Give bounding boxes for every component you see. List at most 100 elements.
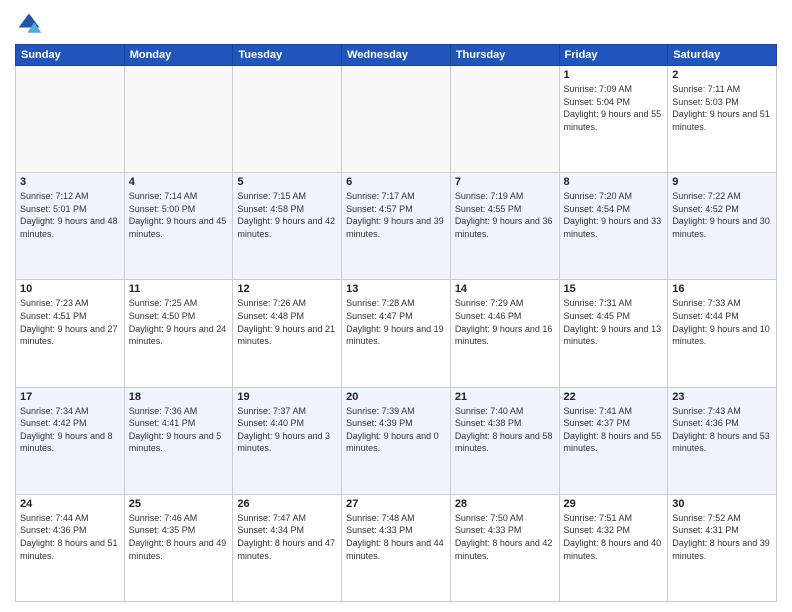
day-info: Sunrise: 7:15 AM Sunset: 4:58 PM Dayligh…: [237, 190, 337, 240]
calendar-cell: 28 Sunrise: 7:50 AM Sunset: 4:33 PM Dayli…: [450, 494, 559, 601]
calendar-cell: 27 Sunrise: 7:48 AM Sunset: 4:33 PM Dayli…: [342, 494, 451, 601]
day-number: 7: [455, 176, 555, 188]
calendar-header: SundayMondayTuesdayWednesdayThursdayFrid…: [16, 45, 777, 66]
day-info: Sunrise: 7:36 AM Sunset: 4:41 PM Dayligh…: [129, 405, 229, 455]
calendar-cell: 21Sunrise: 7:40 AM Sunset: 4:38 PM Dayli…: [450, 387, 559, 494]
day-info: Sunrise: 7:12 AM Sunset: 5:01 PM Dayligh…: [20, 190, 120, 240]
calendar-cell: 14 Sunrise: 7:29 AM Sunset: 4:46 PM Dayli…: [450, 280, 559, 387]
day-info: Sunrise: 7:31 AM Sunset: 4:45 PM Dayligh…: [564, 297, 664, 347]
day-number: 10: [20, 283, 120, 295]
day-info: Sunrise: 7:28 AM Sunset: 4:47 PM Dayligh…: [346, 297, 446, 347]
calendar-cell: 25 Sunrise: 7:46 AM Sunset: 4:35 PM Dayli…: [124, 494, 233, 601]
day-number: 25: [129, 498, 229, 510]
day-info: Sunrise: 7:26 AM Sunset: 4:48 PM Dayligh…: [237, 297, 337, 347]
weekday-header: Thursday: [450, 45, 559, 66]
calendar-cell: 3 Sunrise: 7:12 AM Sunset: 5:01 PM Daylig…: [16, 173, 125, 280]
day-number: 5: [237, 176, 337, 188]
day-info: Sunrise: 7:44 AM Sunset: 4:36 PM Dayligh…: [20, 512, 120, 562]
calendar-cell: 12 Sunrise: 7:26 AM Sunset: 4:48 PM Dayli…: [233, 280, 342, 387]
day-number: 1: [564, 69, 664, 81]
calendar-cell: 18 Sunrise: 7:36 AM Sunset: 4:41 PM Dayli…: [124, 387, 233, 494]
calendar-cell: 30 Sunrise: 7:52 AM Sunset: 4:31 PM Dayli…: [668, 494, 777, 601]
calendar-cell: 26 Sunrise: 7:47 AM Sunset: 4:34 PM Dayli…: [233, 494, 342, 601]
day-info: Sunrise: 7:39 AM Sunset: 4:39 PM Dayligh…: [346, 405, 446, 455]
day-info: Sunrise: 7:48 AM Sunset: 4:33 PM Dayligh…: [346, 512, 446, 562]
calendar-cell: 6 Sunrise: 7:17 AM Sunset: 4:57 PM Daylig…: [342, 173, 451, 280]
day-number: 14: [455, 283, 555, 295]
calendar-cell: 5 Sunrise: 7:15 AM Sunset: 4:58 PM Daylig…: [233, 173, 342, 280]
day-number: 12: [237, 283, 337, 295]
day-info: Sunrise: 7:22 AM Sunset: 4:52 PM Dayligh…: [672, 190, 772, 240]
day-info: Sunrise: 7:41 AM Sunset: 4:37 PM Dayligh…: [564, 405, 664, 455]
day-number: 13: [346, 283, 446, 295]
weekday-header: Saturday: [668, 45, 777, 66]
calendar-cell: 19 Sunrise: 7:37 AM Sunset: 4:40 PM Dayli…: [233, 387, 342, 494]
day-info: Sunrise: 7:52 AM Sunset: 4:31 PM Dayligh…: [672, 512, 772, 562]
day-number: 11: [129, 283, 229, 295]
day-info: Sunrise: 7:23 AM Sunset: 4:51 PM Dayligh…: [20, 297, 120, 347]
day-info: Sunrise: 7:46 AM Sunset: 4:35 PM Dayligh…: [129, 512, 229, 562]
calendar-week-row: 24 Sunrise: 7:44 AM Sunset: 4:36 PM Dayli…: [16, 494, 777, 601]
day-info: Sunrise: 7:47 AM Sunset: 4:34 PM Dayligh…: [237, 512, 337, 562]
weekday-header: Sunday: [16, 45, 125, 66]
calendar-cell: 9 Sunrise: 7:22 AM Sunset: 4:52 PM Daylig…: [668, 173, 777, 280]
calendar-cell: 2 Sunrise: 7:11 AM Sunset: 5:03 PM Daylig…: [668, 66, 777, 173]
calendar-cell: [124, 66, 233, 173]
calendar-cell: 4 Sunrise: 7:14 AM Sunset: 5:00 PM Daylig…: [124, 173, 233, 280]
day-info: Sunrise: 7:50 AM Sunset: 4:33 PM Dayligh…: [455, 512, 555, 562]
calendar-cell: 16 Sunrise: 7:33 AM Sunset: 4:44 PM Dayli…: [668, 280, 777, 387]
day-number: 24: [20, 498, 120, 510]
calendar-cell: 17Sunrise: 7:34 AM Sunset: 4:42 PM Dayli…: [16, 387, 125, 494]
day-number: 29: [564, 498, 664, 510]
page: SundayMondayTuesdayWednesdayThursdayFrid…: [0, 0, 792, 612]
day-number: 28: [455, 498, 555, 510]
calendar-cell: 22Sunrise: 7:41 AM Sunset: 4:37 PM Dayli…: [559, 387, 668, 494]
day-info: Sunrise: 7:51 AM Sunset: 4:32 PM Dayligh…: [564, 512, 664, 562]
day-number: 2: [672, 69, 772, 81]
day-info: Sunrise: 7:20 AM Sunset: 4:54 PM Dayligh…: [564, 190, 664, 240]
day-number: 16: [672, 283, 772, 295]
calendar-week-row: 17Sunrise: 7:34 AM Sunset: 4:42 PM Dayli…: [16, 387, 777, 494]
day-info: Sunrise: 7:33 AM Sunset: 4:44 PM Dayligh…: [672, 297, 772, 347]
day-info: Sunrise: 7:25 AM Sunset: 4:50 PM Dayligh…: [129, 297, 229, 347]
day-number: 3: [20, 176, 120, 188]
day-number: 27: [346, 498, 446, 510]
day-info: Sunrise: 7:09 AM Sunset: 5:04 PM Dayligh…: [564, 83, 664, 133]
calendar-cell: 23Sunrise: 7:43 AM Sunset: 4:36 PM Dayli…: [668, 387, 777, 494]
day-number: 9: [672, 176, 772, 188]
calendar-cell: [233, 66, 342, 173]
day-number: 18: [129, 391, 229, 403]
day-info: Sunrise: 7:37 AM Sunset: 4:40 PM Dayligh…: [237, 405, 337, 455]
day-info: Sunrise: 7:43 AM Sunset: 4:36 PM Dayligh…: [672, 405, 772, 455]
day-info: Sunrise: 7:14 AM Sunset: 5:00 PM Dayligh…: [129, 190, 229, 240]
day-number: 4: [129, 176, 229, 188]
day-number: 20: [346, 391, 446, 403]
calendar-cell: [450, 66, 559, 173]
calendar-cell: 1 Sunrise: 7:09 AM Sunset: 5:04 PM Daylig…: [559, 66, 668, 173]
day-number: 26: [237, 498, 337, 510]
day-number: 17: [20, 391, 120, 403]
day-info: Sunrise: 7:11 AM Sunset: 5:03 PM Dayligh…: [672, 83, 772, 133]
weekday-header: Wednesday: [342, 45, 451, 66]
weekday-header: Monday: [124, 45, 233, 66]
logo: [15, 10, 47, 38]
day-info: Sunrise: 7:17 AM Sunset: 4:57 PM Dayligh…: [346, 190, 446, 240]
day-info: Sunrise: 7:19 AM Sunset: 4:55 PM Dayligh…: [455, 190, 555, 240]
day-number: 21: [455, 391, 555, 403]
day-number: 30: [672, 498, 772, 510]
calendar-body: 1 Sunrise: 7:09 AM Sunset: 5:04 PM Daylig…: [16, 66, 777, 602]
weekday-header: Tuesday: [233, 45, 342, 66]
day-info: Sunrise: 7:29 AM Sunset: 4:46 PM Dayligh…: [455, 297, 555, 347]
day-number: 8: [564, 176, 664, 188]
calendar-cell: 8 Sunrise: 7:20 AM Sunset: 4:54 PM Daylig…: [559, 173, 668, 280]
day-number: 19: [237, 391, 337, 403]
calendar-cell: 20 Sunrise: 7:39 AM Sunset: 4:39 PM Dayli…: [342, 387, 451, 494]
calendar-week-row: 3 Sunrise: 7:12 AM Sunset: 5:01 PM Daylig…: [16, 173, 777, 280]
header-row: SundayMondayTuesdayWednesdayThursdayFrid…: [16, 45, 777, 66]
day-number: 6: [346, 176, 446, 188]
calendar-cell: 7 Sunrise: 7:19 AM Sunset: 4:55 PM Daylig…: [450, 173, 559, 280]
calendar-table: SundayMondayTuesdayWednesdayThursdayFrid…: [15, 44, 777, 602]
calendar-cell: [16, 66, 125, 173]
header: [15, 10, 777, 38]
calendar-week-row: 1 Sunrise: 7:09 AM Sunset: 5:04 PM Daylig…: [16, 66, 777, 173]
